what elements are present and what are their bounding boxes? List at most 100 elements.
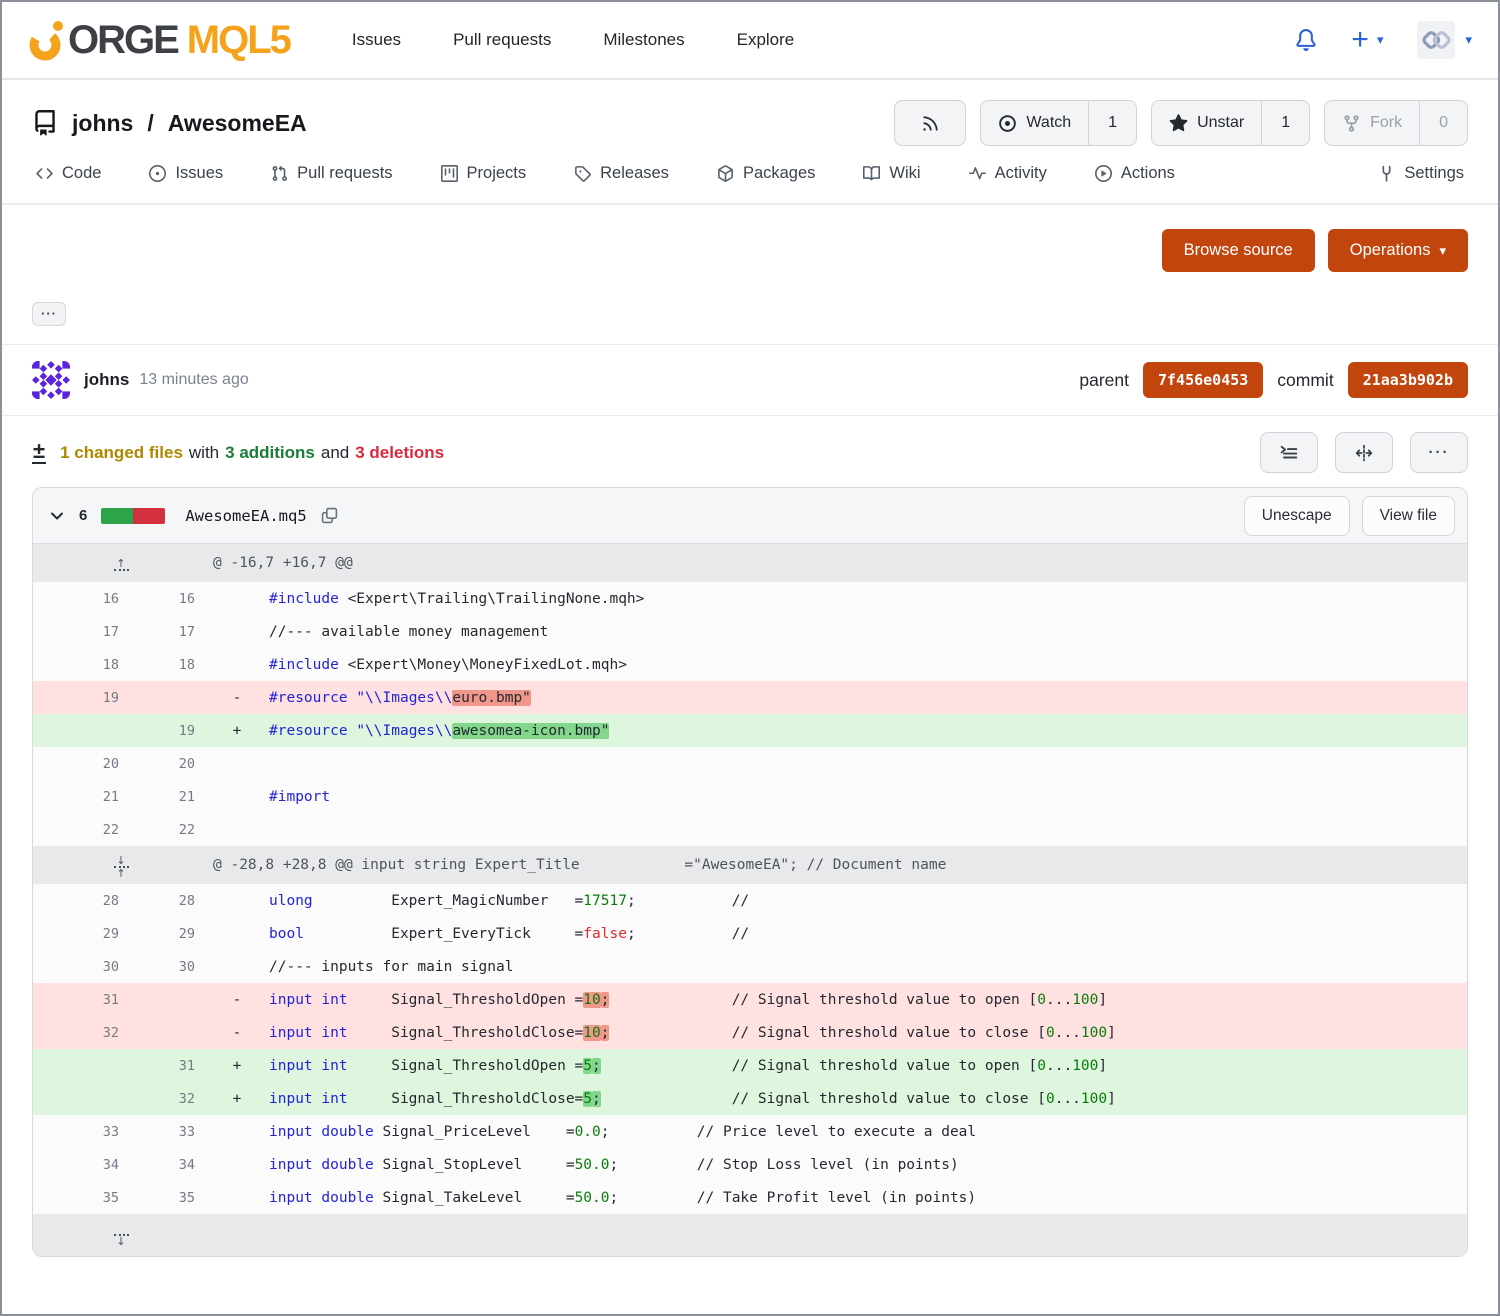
author-avatar-identicon[interactable] bbox=[32, 361, 70, 399]
old-line-number[interactable]: 16 bbox=[33, 582, 133, 615]
create-new-dropdown[interactable]: + ▾ bbox=[1351, 27, 1383, 53]
repo-owner[interactable]: johns bbox=[72, 110, 133, 137]
top-navbar: ORGE MQL5 Issues Pull requests Milestone… bbox=[2, 2, 1498, 80]
issue-opened-icon bbox=[149, 165, 166, 182]
fork-count[interactable]: 0 bbox=[1419, 101, 1467, 145]
old-line-number[interactable]: 18 bbox=[33, 648, 133, 681]
operations-dropdown-button[interactable]: Operations ▾ bbox=[1328, 229, 1468, 272]
old-line-number[interactable]: 29 bbox=[33, 917, 133, 950]
code-line: #import bbox=[265, 780, 1467, 813]
expand-hunk-button[interactable]: ↓↑ bbox=[33, 846, 209, 884]
fork-button[interactable]: Fork bbox=[1325, 101, 1419, 145]
tab-settings[interactable]: Settings bbox=[1378, 164, 1464, 183]
diff-line-row: 2020 bbox=[33, 747, 1467, 780]
diff-line-row: 19+#resource "\\Images\\awesomea-icon.bm… bbox=[33, 714, 1467, 747]
collapse-file-chevron-icon[interactable] bbox=[49, 508, 65, 524]
old-line-number[interactable]: 28 bbox=[33, 884, 133, 917]
diff-options-ellipsis-button[interactable]: ··· bbox=[1410, 432, 1468, 473]
watch-count[interactable]: 1 bbox=[1088, 101, 1136, 145]
old-line-number[interactable]: 32 bbox=[33, 1016, 133, 1049]
old-line-number[interactable]: 17 bbox=[33, 615, 133, 648]
old-line-number[interactable]: 35 bbox=[33, 1181, 133, 1214]
tab-issues[interactable]: Issues bbox=[149, 164, 223, 183]
new-line-number[interactable]: 18 bbox=[133, 648, 209, 681]
tab-wiki[interactable]: Wiki bbox=[863, 164, 920, 183]
old-line-number[interactable]: 22 bbox=[33, 813, 133, 846]
new-line-number[interactable]: 30 bbox=[133, 950, 209, 983]
new-line-number[interactable]: 35 bbox=[133, 1181, 209, 1214]
new-line-number[interactable] bbox=[133, 1016, 209, 1049]
tab-releases[interactable]: Releases bbox=[574, 164, 669, 183]
star-button-group: Unstar 1 bbox=[1151, 100, 1310, 146]
new-line-number[interactable]: 33 bbox=[133, 1115, 209, 1148]
new-line-number[interactable]: 19 bbox=[133, 714, 209, 747]
new-line-number[interactable]: 34 bbox=[133, 1148, 209, 1181]
old-line-number[interactable]: 31 bbox=[33, 983, 133, 1016]
old-line-number[interactable] bbox=[33, 714, 133, 747]
old-line-number[interactable] bbox=[33, 1082, 133, 1115]
new-line-number[interactable]: 22 bbox=[133, 813, 209, 846]
nav-link-milestones[interactable]: Milestones bbox=[603, 30, 684, 50]
tab-activity[interactable]: Activity bbox=[969, 164, 1047, 183]
copy-path-icon[interactable] bbox=[321, 507, 338, 524]
new-line-number[interactable] bbox=[133, 681, 209, 714]
diff-line-row: 32+input int Signal_ThresholdClose=5; //… bbox=[33, 1082, 1467, 1115]
tab-code[interactable]: Code bbox=[36, 164, 101, 183]
tab-packages[interactable]: Packages bbox=[717, 164, 815, 183]
expand-hunk-button[interactable]: ↑ bbox=[33, 544, 209, 582]
new-line-number[interactable]: 29 bbox=[133, 917, 209, 950]
diff-marker: - bbox=[209, 1016, 265, 1049]
old-line-number[interactable]: 34 bbox=[33, 1148, 133, 1181]
notifications-bell-icon[interactable] bbox=[1295, 29, 1317, 51]
tab-pull-requests[interactable]: Pull requests bbox=[271, 164, 392, 183]
new-line-number[interactable]: 17 bbox=[133, 615, 209, 648]
new-line-number[interactable]: 20 bbox=[133, 747, 209, 780]
parent-hash-badge[interactable]: 7f456e0453 bbox=[1143, 362, 1263, 398]
new-line-number[interactable]: 32 bbox=[133, 1082, 209, 1115]
tab-activity-label: Activity bbox=[995, 164, 1047, 183]
old-line-number[interactable]: 30 bbox=[33, 950, 133, 983]
expand-hunk-button[interactable]: ↓ bbox=[33, 1214, 209, 1256]
repo-name[interactable]: AwesomeEA bbox=[168, 110, 307, 137]
file-tree-toggle-button[interactable] bbox=[1260, 432, 1318, 473]
old-line-number[interactable]: 20 bbox=[33, 747, 133, 780]
watch-button[interactable]: Watch bbox=[981, 101, 1088, 145]
diff-marker: + bbox=[209, 1082, 265, 1115]
new-line-number[interactable]: 28 bbox=[133, 884, 209, 917]
tab-wiki-label: Wiki bbox=[889, 164, 920, 183]
browse-source-button[interactable]: Browse source bbox=[1162, 229, 1315, 272]
star-count[interactable]: 1 bbox=[1261, 101, 1309, 145]
changed-files-count[interactable]: 1 changed files bbox=[60, 443, 183, 463]
commit-message-expander-button[interactable]: ··· bbox=[32, 302, 66, 326]
diff-line-row: 3434input double Signal_StopLevel =50.0;… bbox=[33, 1148, 1467, 1181]
unstar-button[interactable]: Unstar bbox=[1152, 101, 1261, 145]
view-file-button[interactable]: View file bbox=[1362, 496, 1455, 536]
rss-button[interactable] bbox=[895, 101, 965, 145]
nav-link-explore[interactable]: Explore bbox=[737, 30, 795, 50]
diff-marker: + bbox=[209, 1049, 265, 1082]
old-line-number[interactable] bbox=[33, 1049, 133, 1082]
user-menu-dropdown[interactable]: ▾ bbox=[1417, 21, 1472, 59]
nav-link-issues[interactable]: Issues bbox=[352, 30, 401, 50]
old-line-number[interactable]: 33 bbox=[33, 1115, 133, 1148]
deletions-count: 3 deletions bbox=[355, 443, 444, 463]
file-name[interactable]: AwesomeEA.mq5 bbox=[185, 507, 306, 525]
new-line-number[interactable]: 21 bbox=[133, 780, 209, 813]
tab-actions[interactable]: Actions bbox=[1095, 164, 1175, 183]
unescape-button[interactable]: Unescape bbox=[1244, 496, 1350, 536]
tab-projects[interactable]: Projects bbox=[441, 164, 527, 183]
commit-actions: Browse source Operations ▾ bbox=[32, 229, 1468, 272]
new-line-number[interactable]: 31 bbox=[133, 1049, 209, 1082]
commit-hash-badge[interactable]: 21aa3b902b bbox=[1348, 362, 1468, 398]
diff-line-row: 2121 #import bbox=[33, 780, 1467, 813]
old-line-number[interactable]: 21 bbox=[33, 780, 133, 813]
new-line-number[interactable] bbox=[133, 983, 209, 1016]
code-line: ulong Expert_MagicNumber =17517; // bbox=[265, 884, 1467, 917]
old-line-number[interactable]: 19 bbox=[33, 681, 133, 714]
author-name[interactable]: johns bbox=[84, 370, 129, 390]
forge-mql5-logo[interactable]: ORGE MQL5 bbox=[28, 17, 290, 63]
fork-button-group: Fork 0 bbox=[1324, 100, 1468, 146]
split-view-button[interactable] bbox=[1335, 432, 1393, 473]
nav-link-pull-requests[interactable]: Pull requests bbox=[453, 30, 551, 50]
new-line-number[interactable]: 16 bbox=[133, 582, 209, 615]
